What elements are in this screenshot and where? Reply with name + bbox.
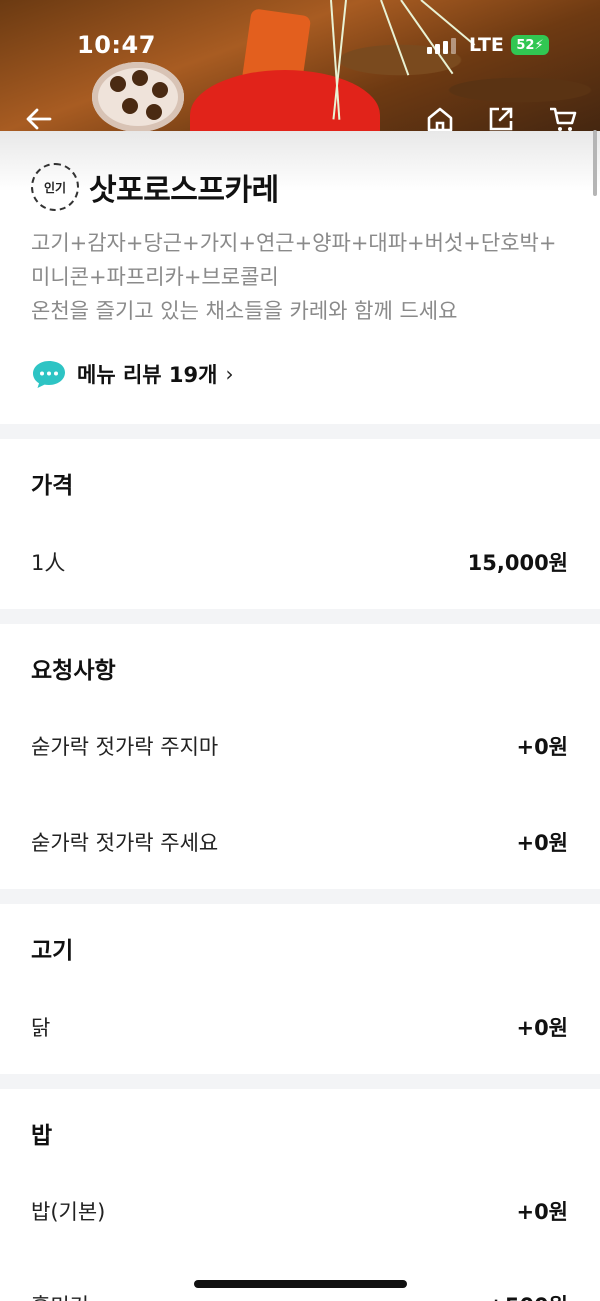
cart-button[interactable]	[548, 104, 578, 134]
arrow-left-icon	[26, 108, 52, 130]
scrollbar[interactable]	[593, 130, 597, 196]
menu-title-row: 인기 삿포로스프카레	[31, 163, 279, 211]
popular-badge: 인기	[31, 163, 79, 211]
option-price: 15,000원	[467, 551, 568, 575]
review-count-label: 메뉴 리뷰 19개	[77, 363, 218, 387]
network-label: LTE	[469, 34, 504, 56]
chat-bubble-icon	[33, 361, 65, 388]
section-divider	[0, 889, 600, 904]
option-label[interactable]: 닭	[31, 1012, 50, 1042]
section-divider	[0, 609, 600, 624]
status-bar: 10:47 LTE 52 ⚡	[0, 0, 600, 90]
option-label[interactable]: 흑미기	[31, 1290, 89, 1301]
battery-icon: 52 ⚡	[511, 35, 549, 55]
status-time: 10:47	[77, 31, 156, 59]
home-button[interactable]	[425, 104, 455, 134]
share-button[interactable]	[486, 104, 516, 134]
back-button[interactable]	[24, 104, 54, 134]
option-price: +0원	[516, 1016, 568, 1040]
option-label[interactable]: 1人	[31, 547, 65, 577]
option-price: +0원	[516, 831, 568, 855]
section-title-request: 요청사항	[31, 658, 116, 684]
option-price: +0원	[516, 1200, 568, 1224]
menu-title: 삿포로스프카레	[89, 173, 279, 208]
section-title-price: 가격	[31, 473, 74, 499]
option-label[interactable]: 숟가락 젓가락 주세요	[31, 827, 218, 857]
option-label[interactable]: 밥(기본)	[31, 1196, 105, 1226]
option-price: +500원	[487, 1290, 568, 1301]
chevron-right-icon: ›	[225, 362, 234, 386]
section-title-rice: 밥	[31, 1123, 53, 1149]
share-icon	[489, 107, 513, 131]
home-icon	[427, 107, 453, 132]
menu-review-link[interactable]: 메뉴 리뷰 19개 ›	[31, 358, 233, 390]
signal-icon	[427, 38, 456, 54]
menu-description: 고기+감자+당근+가지+연근+양파+대파+버섯+단호박+ 미니콘+파프리카+브로…	[31, 231, 557, 323]
option-label[interactable]: 숟가락 젓가락 주지마	[31, 731, 218, 761]
section-divider	[0, 1074, 600, 1089]
home-indicator[interactable]	[194, 1280, 407, 1288]
option-price: +0원	[516, 735, 568, 759]
section-title-meat: 고기	[31, 938, 74, 964]
section-divider	[0, 424, 600, 439]
cart-icon	[550, 107, 577, 131]
